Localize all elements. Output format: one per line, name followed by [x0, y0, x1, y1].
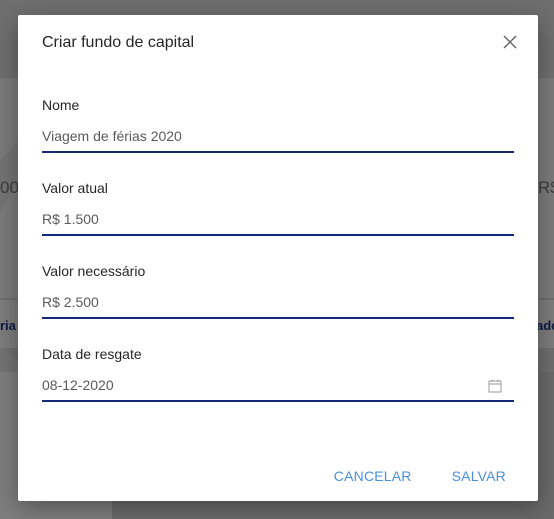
background-value-left: 00 — [0, 178, 19, 197]
close-button[interactable] — [502, 34, 518, 50]
required-value-field: Valor necessário — [42, 263, 514, 319]
background-value-right: R$ — [538, 178, 554, 197]
dialog-title: Criar fundo de capital — [42, 34, 195, 51]
close-icon — [503, 35, 517, 49]
current-value-field: Valor atual — [42, 180, 514, 236]
current-value-input[interactable] — [42, 211, 514, 236]
save-button[interactable]: SALVAR — [452, 468, 506, 484]
redeem-date-input[interactable] — [42, 377, 514, 402]
background-tab-left: ria — [0, 318, 16, 333]
required-value-label: Valor necessário — [42, 263, 146, 279]
create-fund-dialog: Criar fundo de capital Nome Valor atual … — [18, 15, 538, 501]
name-label: Nome — [42, 97, 80, 113]
name-field: Nome — [42, 97, 514, 153]
current-value-label: Valor atual — [42, 180, 108, 196]
background-tab-right: ado — [536, 318, 554, 333]
calendar-icon[interactable] — [488, 379, 502, 393]
name-input[interactable] — [42, 128, 514, 153]
redeem-date-label: Data de resgate — [42, 346, 142, 362]
dialog-actions: CANCELAR SALVAR — [334, 468, 506, 484]
redeem-date-field: Data de resgate — [42, 346, 514, 402]
cancel-button[interactable]: CANCELAR — [334, 468, 412, 484]
required-value-input[interactable] — [42, 294, 514, 319]
